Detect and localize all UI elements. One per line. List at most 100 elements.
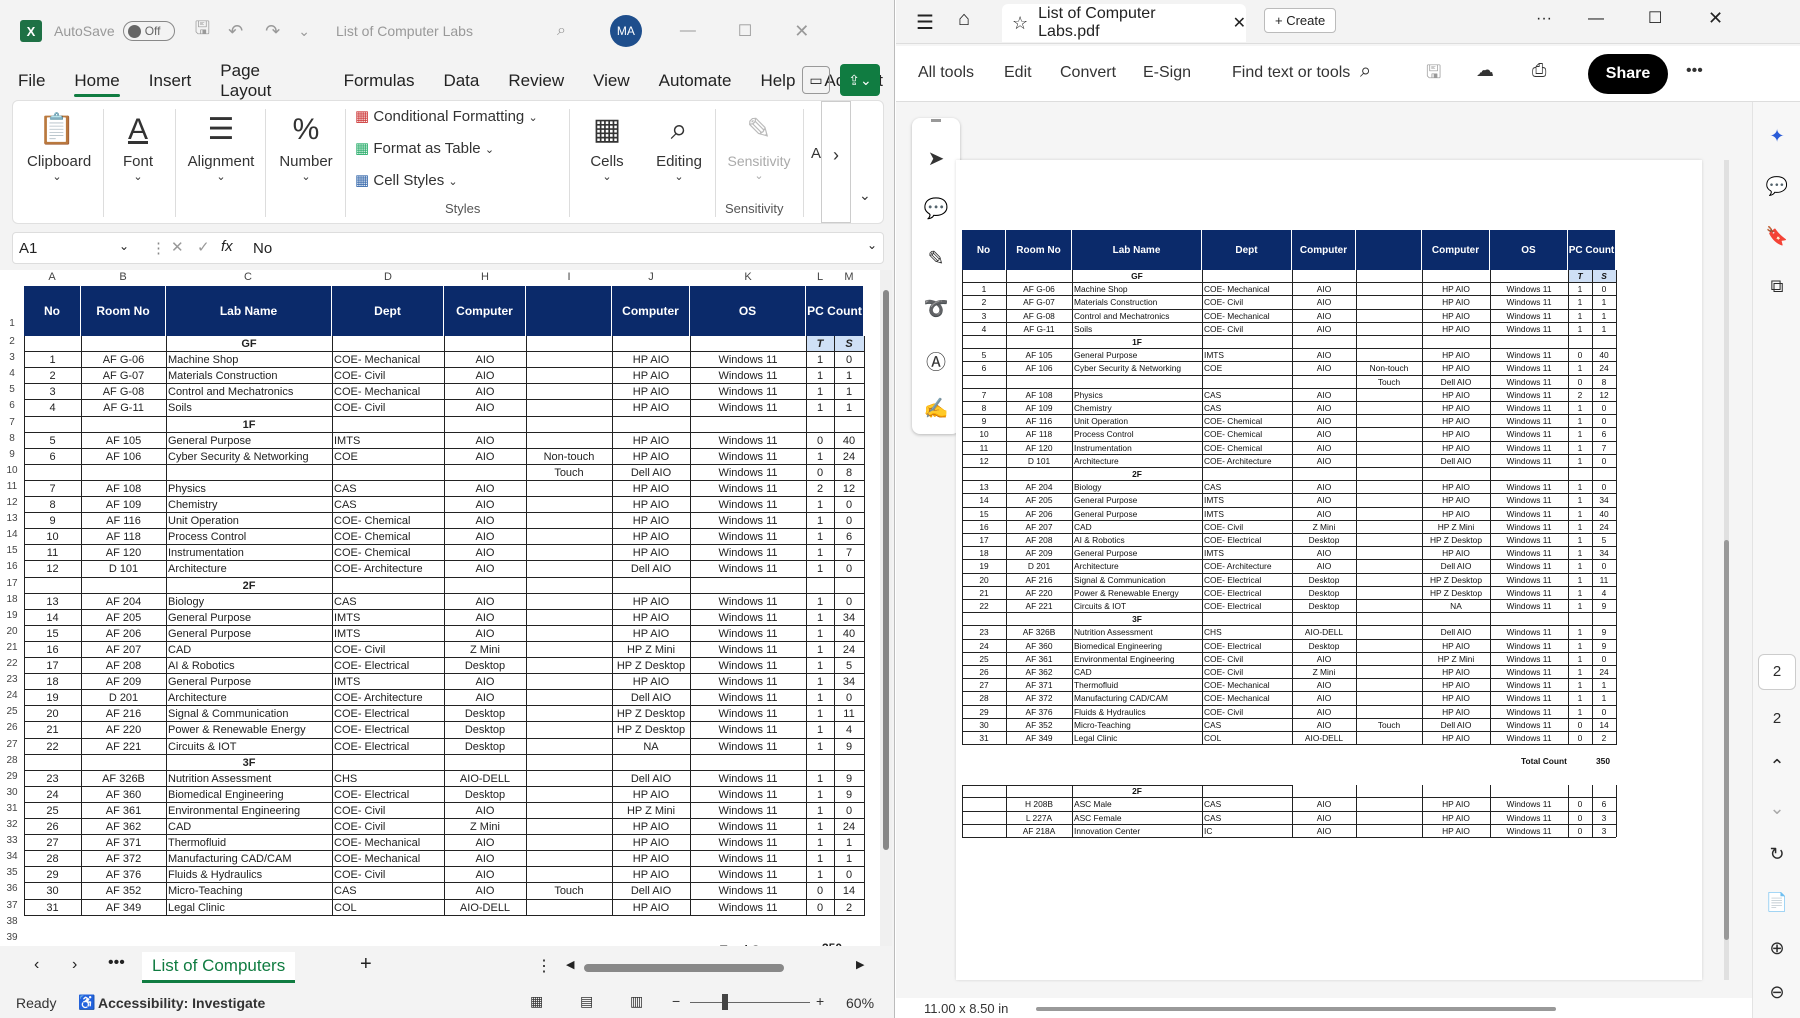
- more-options-icon[interactable]: ⋮: [536, 956, 552, 976]
- document-title[interactable]: List of Computer Labs: [336, 23, 473, 39]
- document-tab[interactable]: ☆ List of Computer Labs.pdf ✕: [1002, 4, 1246, 42]
- cell-styles-button[interactable]: ▦ Cell Styles ⌄: [355, 171, 458, 189]
- find-tools-label[interactable]: Find text or tools: [1232, 64, 1350, 82]
- pages-icon[interactable]: ⧉: [1753, 276, 1800, 297]
- vertical-scrollbar[interactable]: [880, 270, 892, 946]
- cells-group[interactable]: ▦ Cells ⌄: [579, 107, 635, 183]
- all-tools-button[interactable]: All tools: [918, 64, 974, 82]
- function-icon[interactable]: fx: [221, 238, 233, 255]
- close-tab-icon[interactable]: ✕: [1233, 13, 1246, 33]
- drag-handle-icon[interactable]: ▬: [912, 114, 960, 125]
- next-page-icon[interactable]: ⌄: [1753, 798, 1800, 819]
- zoom-level[interactable]: 60%: [846, 995, 874, 1011]
- horizontal-scrollbar[interactable]: [584, 964, 784, 972]
- name-box[interactable]: A1: [19, 240, 37, 257]
- editing-group[interactable]: ⌕ Editing ⌄: [649, 107, 709, 183]
- horizontal-scrollbar[interactable]: [1036, 1007, 1556, 1011]
- font-group[interactable]: A Font ⌄: [113, 107, 163, 183]
- sensitivity-button[interactable]: ✎ Sensitivity ⌄: [721, 107, 797, 182]
- zoom-slider[interactable]: [690, 1002, 810, 1003]
- hamburger-menu-icon[interactable]: ☰: [916, 10, 934, 35]
- zoom-out-icon[interactable]: ⊖: [1753, 982, 1800, 1003]
- autosave-toggle[interactable]: Off: [122, 21, 175, 41]
- worksheet-grid[interactable]: A B C D H I J K L M No Room No Lab Name Dept Computer C…: [0, 270, 880, 946]
- tab-help[interactable]: Help: [760, 71, 795, 91]
- document-properties-icon[interactable]: 📄: [1753, 892, 1800, 913]
- share-button[interactable]: Share: [1588, 54, 1668, 94]
- tab-insert[interactable]: Insert: [149, 71, 192, 91]
- esign-button[interactable]: E-Sign: [1143, 64, 1191, 82]
- page-layout-view-icon[interactable]: ▤: [580, 993, 593, 1010]
- close-icon[interactable]: ✕: [794, 21, 809, 42]
- avatar[interactable]: MA: [609, 15, 642, 47]
- share-icon[interactable]: ⇪⌄: [840, 64, 880, 96]
- bookmark-icon[interactable]: 🔖: [1753, 226, 1800, 247]
- edit-button[interactable]: Edit: [1004, 64, 1032, 82]
- star-icon[interactable]: ☆: [1012, 13, 1028, 34]
- sign-icon[interactable]: ✍: [912, 396, 960, 421]
- previous-page-icon[interactable]: ⌃: [1753, 756, 1800, 777]
- zoom-in-icon[interactable]: ⊕: [1753, 938, 1800, 959]
- tab-view[interactable]: View: [593, 71, 630, 91]
- customize-icon[interactable]: ⌄: [298, 23, 310, 40]
- format-as-table-button[interactable]: ▦ Format as Table ⌄: [355, 139, 494, 157]
- redo-icon[interactable]: ↷: [265, 21, 280, 42]
- number-group[interactable]: % Number ⌄: [271, 107, 341, 183]
- collapse-ribbon-icon[interactable]: ⌄: [859, 187, 871, 204]
- ai-assistant-icon[interactable]: ✦: [1753, 126, 1800, 147]
- select-cursor-icon[interactable]: ➤: [912, 146, 960, 171]
- more-options-icon[interactable]: •••: [1686, 62, 1703, 80]
- formula-input[interactable]: No: [253, 240, 272, 257]
- close-icon[interactable]: ✕: [1708, 8, 1723, 29]
- maximize-icon[interactable]: ☐: [1648, 8, 1662, 28]
- tab-page-layout[interactable]: Page Layout: [220, 61, 314, 101]
- expand-formula-icon[interactable]: ⌄: [867, 238, 877, 252]
- create-button[interactable]: + Create: [1264, 8, 1337, 33]
- cancel-icon[interactable]: ✕: [171, 238, 184, 256]
- minimize-icon[interactable]: —: [680, 22, 696, 40]
- minimize-icon[interactable]: —: [1588, 10, 1604, 28]
- accessibility-status[interactable]: Accessibility: Investigate: [98, 995, 265, 1011]
- clipboard-group[interactable]: 📋 Clipboard ⌄: [27, 107, 91, 183]
- save-icon[interactable]: 🖫: [195, 16, 210, 46]
- scroll-right-icon[interactable]: ▶: [856, 958, 864, 971]
- draw-freeform-icon[interactable]: ➰: [912, 296, 960, 321]
- ribbon-scroll-right-icon[interactable]: ›: [821, 101, 851, 223]
- comments-panel-icon[interactable]: 💬: [1753, 176, 1800, 197]
- comment-icon[interactable]: 💬: [912, 196, 960, 221]
- save-icon[interactable]: 🖫: [1426, 60, 1441, 90]
- tab-file[interactable]: File: [18, 71, 45, 91]
- upload-cloud-icon[interactable]: ☁: [1476, 60, 1494, 81]
- chevron-down-icon[interactable]: ⌄: [119, 239, 129, 253]
- next-sheet-icon[interactable]: ›: [72, 956, 77, 974]
- add-sheet-icon[interactable]: +: [360, 953, 372, 976]
- enter-icon[interactable]: ✓: [197, 238, 210, 256]
- refresh-icon[interactable]: ↻: [1753, 844, 1800, 865]
- more-sheets-icon[interactable]: •••: [108, 954, 125, 972]
- undo-icon[interactable]: ↶: [228, 21, 243, 42]
- sheet-tab-list-of-computers[interactable]: List of Computers: [142, 952, 296, 983]
- tab-data[interactable]: Data: [443, 71, 479, 91]
- alignment-group[interactable]: ☰ Alignment ⌄: [181, 107, 261, 183]
- zoom-in-icon[interactable]: +: [816, 993, 824, 1009]
- tab-review[interactable]: Review: [508, 71, 564, 91]
- more-options-icon[interactable]: ⋮: [151, 239, 166, 257]
- home-icon[interactable]: ⌂: [958, 8, 970, 31]
- maximize-icon[interactable]: ☐: [738, 21, 752, 41]
- comments-icon[interactable]: ▭: [802, 66, 830, 94]
- conditional-formatting-button[interactable]: ▦ Conditional Formatting ⌄: [355, 107, 538, 125]
- convert-button[interactable]: Convert: [1060, 64, 1116, 82]
- page-number-input[interactable]: 2: [1758, 654, 1796, 690]
- search-icon[interactable]: ⌕: [1360, 60, 1371, 83]
- pdf-scrollbar[interactable]: [1724, 160, 1729, 980]
- search-icon[interactable]: ⌕: [557, 22, 566, 40]
- scroll-left-icon[interactable]: ◀: [566, 958, 574, 971]
- page-break-view-icon[interactable]: ▥: [630, 993, 643, 1010]
- prev-sheet-icon[interactable]: ‹: [34, 956, 39, 974]
- normal-view-icon[interactable]: ▦: [530, 993, 543, 1010]
- more-options-icon[interactable]: ···: [1536, 10, 1552, 28]
- print-icon[interactable]: ⎙: [1532, 60, 1546, 81]
- tab-automate[interactable]: Automate: [659, 71, 732, 91]
- tab-home[interactable]: Home: [74, 71, 121, 97]
- zoom-slider-thumb[interactable]: [722, 994, 728, 1010]
